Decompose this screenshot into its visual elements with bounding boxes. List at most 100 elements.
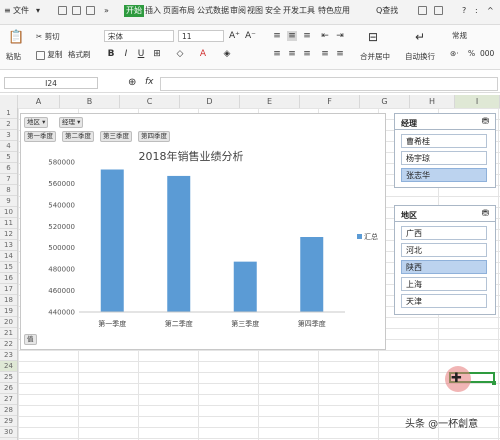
tab-data[interactable]: 数据 (213, 5, 229, 17)
bar[interactable] (233, 261, 257, 312)
save-icon[interactable] (58, 5, 67, 17)
thousands-button[interactable]: 000 (480, 49, 494, 58)
tab-features[interactable]: 特色应用 (318, 5, 350, 17)
row-header[interactable]: 5 (0, 152, 17, 163)
row-header[interactable]: 12 (0, 229, 17, 240)
column-header[interactable]: H (410, 95, 455, 108)
dropdown-icon[interactable]: ▾ (36, 5, 40, 17)
name-box[interactable]: I24 (4, 77, 98, 89)
file-menu[interactable]: 文件 (13, 5, 29, 17)
row-header[interactable]: 3 (0, 130, 17, 141)
collab-icon[interactable] (434, 5, 443, 17)
zoom-icon[interactable]: ⊕ (128, 77, 136, 88)
wrap-text-icon[interactable]: ↵ (415, 30, 425, 44)
bold-button[interactable]: B (106, 49, 116, 59)
row-header[interactable]: 16 (0, 273, 17, 284)
paste-button[interactable]: 粘贴 (6, 51, 21, 62)
row-header[interactable]: 30 (0, 427, 17, 438)
row-header[interactable]: 4 (0, 141, 17, 152)
merge-center-icon[interactable]: ⊟ (368, 30, 378, 44)
row-header[interactable]: 9 (0, 196, 17, 207)
tab-formulas[interactable]: 公式 (197, 5, 213, 17)
row-header[interactable]: 7 (0, 174, 17, 185)
row-header[interactable]: 25 (0, 372, 17, 383)
currency-icon[interactable]: ⊛· (450, 49, 459, 58)
clear-format-icon[interactable]: ◈ (222, 49, 232, 59)
font-size-select[interactable]: 11 (178, 30, 224, 42)
font-name-select[interactable]: 宋体 (104, 30, 174, 42)
clear-filter-icon[interactable]: ⛃ (481, 117, 489, 127)
row-header[interactable]: 8 (0, 185, 17, 196)
pivot-chart[interactable]: 地区 ▾ 经理 ▾ 第一季度 第二季度 第三季度 第四季度 值 2018年销售业… (20, 113, 386, 350)
format-painter-button[interactable]: 格式刷 (68, 49, 91, 60)
row-header[interactable]: 24 (0, 361, 17, 372)
bar[interactable] (167, 175, 191, 312)
indent-increase-icon[interactable]: ⇥ (335, 31, 345, 41)
slicer-item[interactable]: 上海 (401, 277, 487, 291)
row-header[interactable]: 18 (0, 295, 17, 306)
row-header[interactable]: 22 (0, 339, 17, 350)
grow-font-button[interactable]: A⁺ (229, 31, 240, 41)
row-header[interactable]: 14 (0, 251, 17, 262)
print-icon[interactable] (86, 5, 95, 17)
options-icon[interactable]: : (475, 5, 478, 17)
row-header[interactable]: 2 (0, 119, 17, 130)
font-color-icon[interactable]: A (198, 49, 208, 59)
formula-input[interactable] (160, 77, 498, 91)
number-format-select[interactable]: 常规 (452, 30, 467, 41)
row-header[interactable]: 15 (0, 262, 17, 273)
row-header[interactable]: 6 (0, 163, 17, 174)
slicer-item[interactable]: 杨宇琼 (401, 151, 487, 165)
row-header[interactable]: 21 (0, 328, 17, 339)
column-header[interactable]: F (300, 95, 360, 108)
indent-decrease-icon[interactable]: ⇤ (320, 31, 330, 41)
row-header[interactable]: 19 (0, 306, 17, 317)
row-header[interactable]: 13 (0, 240, 17, 251)
tab-start[interactable]: 开始 (124, 5, 144, 17)
column-header[interactable]: A (18, 95, 60, 108)
bar[interactable] (300, 237, 324, 312)
more-icon[interactable]: » (104, 5, 109, 17)
row-header[interactable]: 11 (0, 218, 17, 229)
merge-center-button[interactable]: 合并居中 (360, 51, 390, 62)
column-header[interactable]: B (60, 95, 120, 108)
select-all-corner[interactable] (0, 95, 18, 108)
justify-icon[interactable]: ≡ (320, 49, 330, 59)
export-icon[interactable] (72, 5, 81, 17)
column-header[interactable]: D (180, 95, 240, 108)
row-header[interactable]: 27 (0, 394, 17, 405)
hamburger-icon[interactable]: ≡ (4, 5, 11, 17)
cut-button[interactable]: ✂ 剪切 (36, 31, 60, 42)
clear-filter-icon[interactable]: ⛃ (481, 209, 489, 219)
shrink-font-button[interactable]: A⁻ (245, 31, 256, 41)
collapse-ribbon-icon[interactable]: ^ (487, 5, 494, 17)
row-header[interactable]: 1 (0, 108, 17, 119)
copy-button[interactable]: 复制 (36, 49, 62, 60)
row-header[interactable]: 23 (0, 350, 17, 361)
column-header[interactable]: C (120, 95, 180, 108)
align-right-icon[interactable]: ≡ (302, 49, 312, 59)
tab-page-layout[interactable]: 页面布局 (163, 5, 195, 17)
slicer-item[interactable]: 河北 (401, 243, 487, 257)
align-center-icon[interactable]: ≡ (287, 49, 297, 59)
tab-view[interactable]: 视图 (247, 5, 263, 17)
border-icon[interactable]: ⊞ (152, 49, 162, 59)
slicer-item-selected[interactable]: 张志华 (401, 168, 487, 182)
align-top-icon[interactable]: ≡ (272, 31, 282, 41)
slicer-manager[interactable]: 经理 ⛃ 曹希桂 杨宇琼 张志华 (394, 113, 496, 188)
bar[interactable] (100, 169, 124, 313)
column-header-selected[interactable]: I (455, 95, 500, 108)
help-icon[interactable]: ? (462, 5, 466, 17)
tab-insert[interactable]: 插入 (145, 5, 161, 17)
underline-button[interactable]: U (136, 49, 146, 59)
row-header[interactable]: 29 (0, 416, 17, 427)
wrap-text-button[interactable]: 自动换行 (405, 51, 435, 62)
fill-handle[interactable] (492, 381, 496, 385)
paste-icon[interactable]: 📋 (8, 30, 24, 45)
row-header[interactable]: 26 (0, 383, 17, 394)
fx-button[interactable]: fx (145, 77, 154, 87)
share-icon[interactable] (418, 5, 427, 17)
row-header[interactable]: 10 (0, 207, 17, 218)
slicer-item-selected[interactable]: 陕西 (401, 260, 487, 274)
tab-security[interactable]: 安全 (265, 5, 281, 17)
